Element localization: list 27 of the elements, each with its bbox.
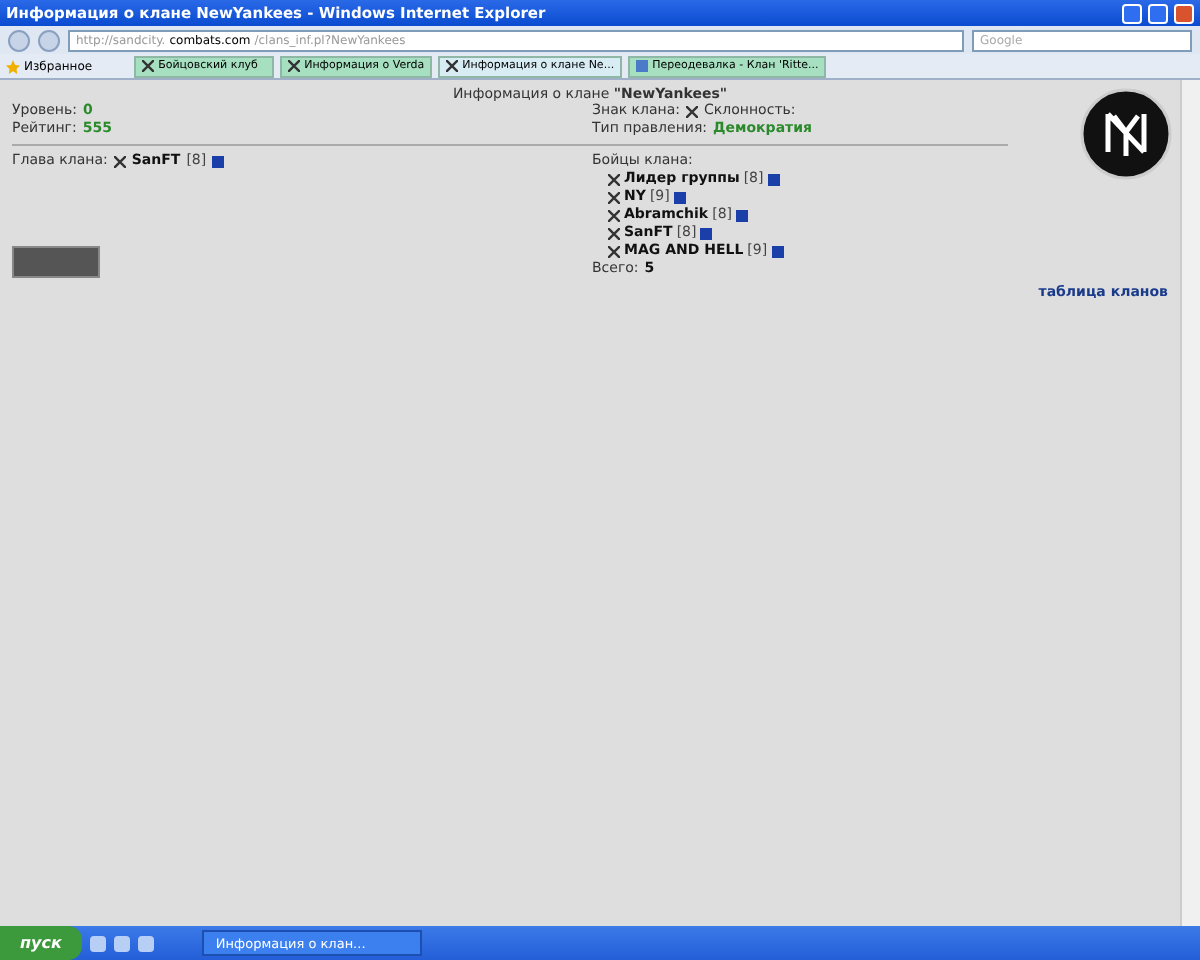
minimize-button[interactable] [1122, 3, 1142, 23]
info-icon[interactable] [212, 155, 225, 167]
info-icon[interactable] [673, 191, 686, 203]
crossed-swords-icon [142, 60, 155, 72]
crossed-swords-icon [608, 173, 620, 185]
start-button[interactable]: пуск [0, 926, 82, 960]
crossed-swords-icon [446, 60, 459, 72]
desktop-icon[interactable] [89, 935, 106, 951]
page-icon [636, 60, 649, 72]
crossed-swords-icon [608, 191, 620, 203]
browser-icon[interactable] [113, 935, 130, 951]
close-button[interactable] [1174, 3, 1194, 23]
crossed-swords-icon [288, 60, 301, 72]
scrollbar[interactable] [1180, 80, 1200, 926]
star-icon [6, 59, 20, 73]
app-icon[interactable] [137, 935, 154, 951]
info-icon[interactable] [700, 227, 713, 239]
clan-logo-icon [1080, 88, 1172, 180]
info-icon[interactable] [771, 245, 784, 257]
crossed-swords-icon [608, 209, 620, 221]
maximize-button[interactable] [1148, 3, 1168, 23]
crossed-swords-icon [608, 227, 620, 239]
crossed-swords-icon [608, 245, 620, 257]
crossed-swords-icon [686, 105, 699, 117]
info-icon[interactable] [736, 209, 749, 221]
info-icon[interactable] [767, 173, 780, 185]
crossed-swords-icon [113, 155, 126, 167]
